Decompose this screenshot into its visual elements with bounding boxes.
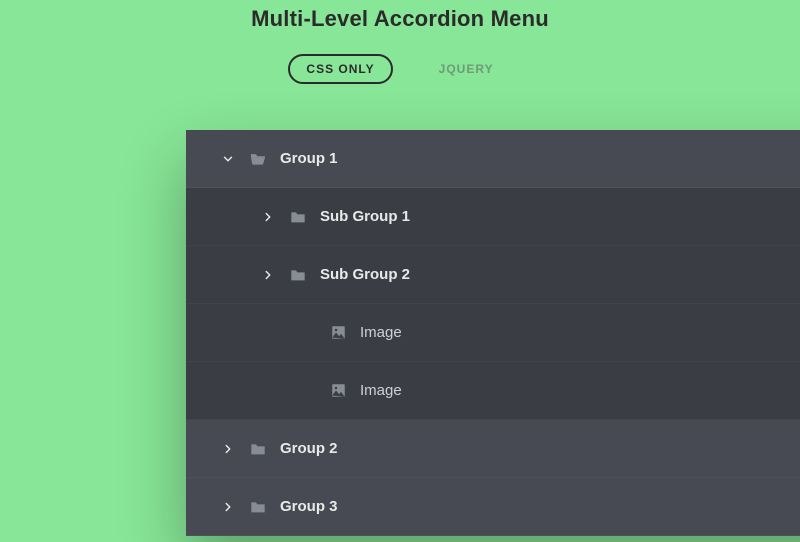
accordion-menu: Group 1 Sub Group 1 Sub Group 2 Image [186,130,800,536]
menu-item-label: Sub Group 1 [320,208,410,225]
menu-item-group-3[interactable]: Group 3 [186,478,800,536]
menu-item-label: Group 2 [280,440,338,457]
page-title: Multi-Level Accordion Menu [0,6,800,32]
folder-icon [248,442,268,456]
chevron-right-icon [218,500,238,514]
menu-item-label: Image [360,324,402,341]
menu-item-sub-group-2[interactable]: Sub Group 2 [186,246,800,304]
folder-icon [288,268,308,282]
chevron-down-icon [218,152,238,166]
chevron-right-icon [258,268,278,282]
menu-item-image[interactable]: Image [186,362,800,420]
tab-css-only[interactable]: CSS ONLY [288,54,392,84]
menu-item-label: Sub Group 2 [320,266,410,283]
menu-item-label: Group 1 [280,150,338,167]
menu-item-group-2[interactable]: Group 2 [186,420,800,478]
folder-open-icon [248,152,268,166]
folder-icon [248,500,268,514]
image-icon [328,325,348,340]
folder-icon [288,210,308,224]
tab-bar: CSS ONLY JQUERY [0,54,800,84]
image-icon [328,383,348,398]
menu-item-sub-group-1[interactable]: Sub Group 1 [186,188,800,246]
menu-item-group-1[interactable]: Group 1 [186,130,800,188]
menu-item-label: Image [360,382,402,399]
tab-jquery[interactable]: JQUERY [421,54,512,84]
chevron-right-icon [258,210,278,224]
menu-item-image[interactable]: Image [186,304,800,362]
menu-item-label: Group 3 [280,498,338,515]
chevron-right-icon [218,442,238,456]
